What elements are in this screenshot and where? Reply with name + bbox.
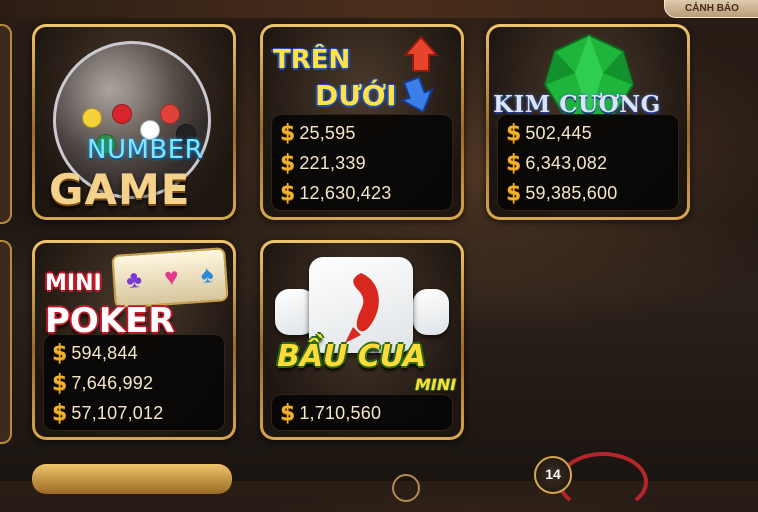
dice-icon (413, 289, 449, 335)
jackpot-list: $1,710,560 (271, 394, 453, 431)
notification-badge[interactable]: 14 (534, 456, 572, 494)
game-tile-inner: ♣ ♥ ♠ MINI POKER $594,844 $7,646,992 $57… (35, 243, 233, 437)
number-game-logo-number: NUMBER (87, 135, 204, 165)
jackpot-value: 6,343,082 (525, 152, 608, 173)
number-game-logo-game: GAME (49, 165, 191, 214)
dollar-icon: $ (506, 120, 522, 146)
reel-symbol-spade-icon: ♠ (199, 260, 215, 289)
jackpot-value: 1,710,560 (299, 402, 382, 423)
game-tile-bau-cua[interactable]: BẦU CUA MINI $1,710,560 (260, 240, 464, 440)
partial-tile-bottom[interactable] (32, 464, 232, 494)
jackpot-value: 221,339 (299, 152, 366, 173)
dollar-icon: $ (52, 400, 68, 426)
up-down-arrows-icon (399, 35, 440, 114)
bau-cua-logo: BẦU CUA (277, 339, 427, 374)
dollar-icon: $ (52, 370, 68, 396)
jackpot-row: $502,445 (498, 118, 678, 148)
ball-icon (82, 108, 102, 128)
dollar-icon: $ (280, 180, 296, 206)
jackpot-row: $12,630,423 (272, 178, 452, 208)
game-tile-mini-poker[interactable]: ♣ ♥ ♠ MINI POKER $594,844 $7,646,992 $57… (32, 240, 236, 440)
bau-cua-logo-mini: MINI (415, 375, 457, 394)
ball-icon (160, 104, 180, 124)
partial-circle-button[interactable] (392, 474, 420, 502)
game-tile-kim-cuong[interactable]: KIM CƯƠNG $502,445 $6,343,082 $59,385,60… (486, 24, 690, 220)
game-tile-inner: TRÊN DƯỚI $25,595 $221,339 $12,630,423 (263, 27, 461, 217)
jackpot-row: $6,343,082 (498, 148, 678, 178)
partial-tile-left-bottom[interactable] (0, 240, 12, 444)
jackpot-row: $25,595 (272, 118, 452, 148)
partial-tile-left-top[interactable] (0, 24, 12, 224)
dollar-icon: $ (52, 340, 68, 366)
dollar-icon: $ (280, 120, 296, 146)
jackpot-value: 502,445 (525, 122, 592, 143)
mini-poker-logo-mini: MINI (45, 271, 102, 296)
jackpot-row: $221,339 (272, 148, 452, 178)
dollar-icon: $ (506, 180, 522, 206)
jackpot-value: 594,844 (71, 342, 138, 363)
game-tile-number-game[interactable]: NUMBER GAME (32, 24, 236, 220)
jackpot-list: $594,844 $7,646,992 $57,107,012 (43, 334, 225, 431)
dollar-icon: $ (280, 150, 296, 176)
jackpot-list: $502,445 $6,343,082 $59,385,600 (497, 114, 679, 211)
game-tile-inner: NUMBER GAME (35, 27, 233, 217)
jackpot-value: 7,646,992 (71, 372, 154, 393)
game-tile-inner: KIM CƯƠNG $502,445 $6,343,082 $59,385,60… (489, 27, 687, 217)
jackpot-value: 25,595 (299, 122, 356, 143)
warning-button[interactable]: CẢNH BÁO (664, 0, 758, 18)
jackpot-value: 12,630,423 (299, 182, 392, 203)
jackpot-row: $1,710,560 (272, 398, 452, 428)
reel-symbol-heart-icon: ♥ (163, 263, 180, 292)
game-tile-tren-duoi[interactable]: TRÊN DƯỚI $25,595 $221,339 $12,630,423 (260, 24, 464, 220)
reel-symbol-club-icon: ♣ (125, 265, 143, 295)
dollar-icon: $ (280, 400, 296, 426)
partial-wheel-icon (558, 452, 648, 512)
jackpot-row: $7,646,992 (44, 368, 224, 398)
tren-duoi-logo-duoi: DƯỚI (315, 79, 397, 112)
jackpot-row: $594,844 (44, 338, 224, 368)
jackpot-list: $25,595 $221,339 $12,630,423 (271, 114, 453, 211)
game-tile-inner: BẦU CUA MINI $1,710,560 (263, 243, 461, 437)
ball-icon (112, 104, 132, 124)
jackpot-value: 59,385,600 (525, 182, 618, 203)
tren-duoi-logo-tren: TRÊN (273, 45, 351, 75)
jackpot-row: $59,385,600 (498, 178, 678, 208)
jackpot-value: 57,107,012 (71, 402, 164, 423)
dollar-icon: $ (506, 150, 522, 176)
slot-reel-icon: ♣ ♥ ♠ (111, 247, 229, 309)
top-banner (0, 0, 758, 18)
jackpot-row: $57,107,012 (44, 398, 224, 428)
